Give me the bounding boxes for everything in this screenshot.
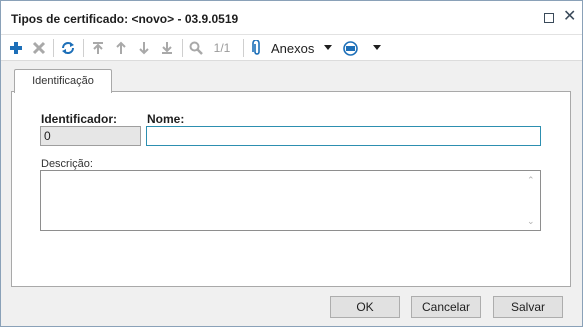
chevron-down-icon	[373, 45, 381, 50]
dialog-window: Tipos de certificado: <novo> - 03.9.0519…	[0, 0, 583, 327]
previous-record-button[interactable]	[112, 38, 130, 58]
name-field[interactable]	[146, 126, 541, 146]
description-scrollbar[interactable]: ⌃ ⌄	[525, 172, 539, 229]
close-icon[interactable]: ✕	[563, 9, 576, 25]
first-record-icon	[93, 42, 103, 54]
maximize-icon[interactable]	[544, 13, 554, 23]
attachments-button[interactable]: Anexos	[251, 38, 337, 58]
actions-icon	[343, 40, 358, 56]
toolbar: 1/1 Anexos	[1, 35, 582, 61]
save-button[interactable]: Salvar	[493, 296, 563, 318]
identifier-field: 0	[40, 126, 141, 146]
toolbar-separator	[53, 39, 54, 57]
refresh-button[interactable]	[58, 38, 78, 58]
toolbar-separator	[182, 39, 183, 57]
next-record-icon	[139, 42, 149, 55]
window-title: Tipos de certificado: <novo> - 03.9.0519	[11, 12, 239, 26]
search-button[interactable]	[187, 38, 205, 58]
dialog-footer: OK Cancelar Salvar	[1, 291, 582, 326]
refresh-icon	[62, 42, 74, 54]
description-label: Descrição:	[41, 158, 93, 170]
chevron-down-icon	[324, 45, 333, 50]
tab-panel: Identificador: 0 Nome: Descrição: ⌃ ⌄	[11, 91, 571, 287]
attachments-label: Anexos	[271, 40, 315, 56]
delete-icon	[32, 41, 46, 55]
name-label: Nome:	[147, 112, 185, 126]
title-bar: Tipos de certificado: <novo> - 03.9.0519…	[1, 1, 582, 35]
more-actions-button[interactable]	[343, 38, 385, 58]
tab-container: Identificação Identificador: 0 Nome: Des…	[11, 69, 571, 287]
paperclip-icon	[252, 40, 260, 55]
record-counter: 1/1	[213, 41, 231, 55]
first-record-button[interactable]	[89, 38, 107, 58]
tab-identificacao[interactable]: Identificação	[14, 69, 112, 93]
previous-record-icon	[116, 41, 126, 54]
ok-button[interactable]: OK	[330, 296, 400, 318]
scroll-down-icon[interactable]: ⌄	[527, 216, 535, 227]
delete-button[interactable]	[30, 38, 48, 58]
description-field[interactable]: ⌃ ⌄	[40, 170, 541, 231]
scroll-up-icon[interactable]: ⌃	[527, 175, 535, 186]
plus-icon	[10, 42, 22, 54]
add-button[interactable]	[7, 38, 25, 58]
search-icon	[189, 41, 203, 55]
identifier-label: Identificador:	[41, 112, 118, 126]
last-record-icon	[162, 42, 172, 54]
toolbar-separator	[243, 39, 244, 57]
last-record-button[interactable]	[158, 38, 176, 58]
toolbar-separator	[83, 39, 84, 57]
next-record-button[interactable]	[135, 38, 153, 58]
cancel-button[interactable]: Cancelar	[411, 296, 481, 318]
